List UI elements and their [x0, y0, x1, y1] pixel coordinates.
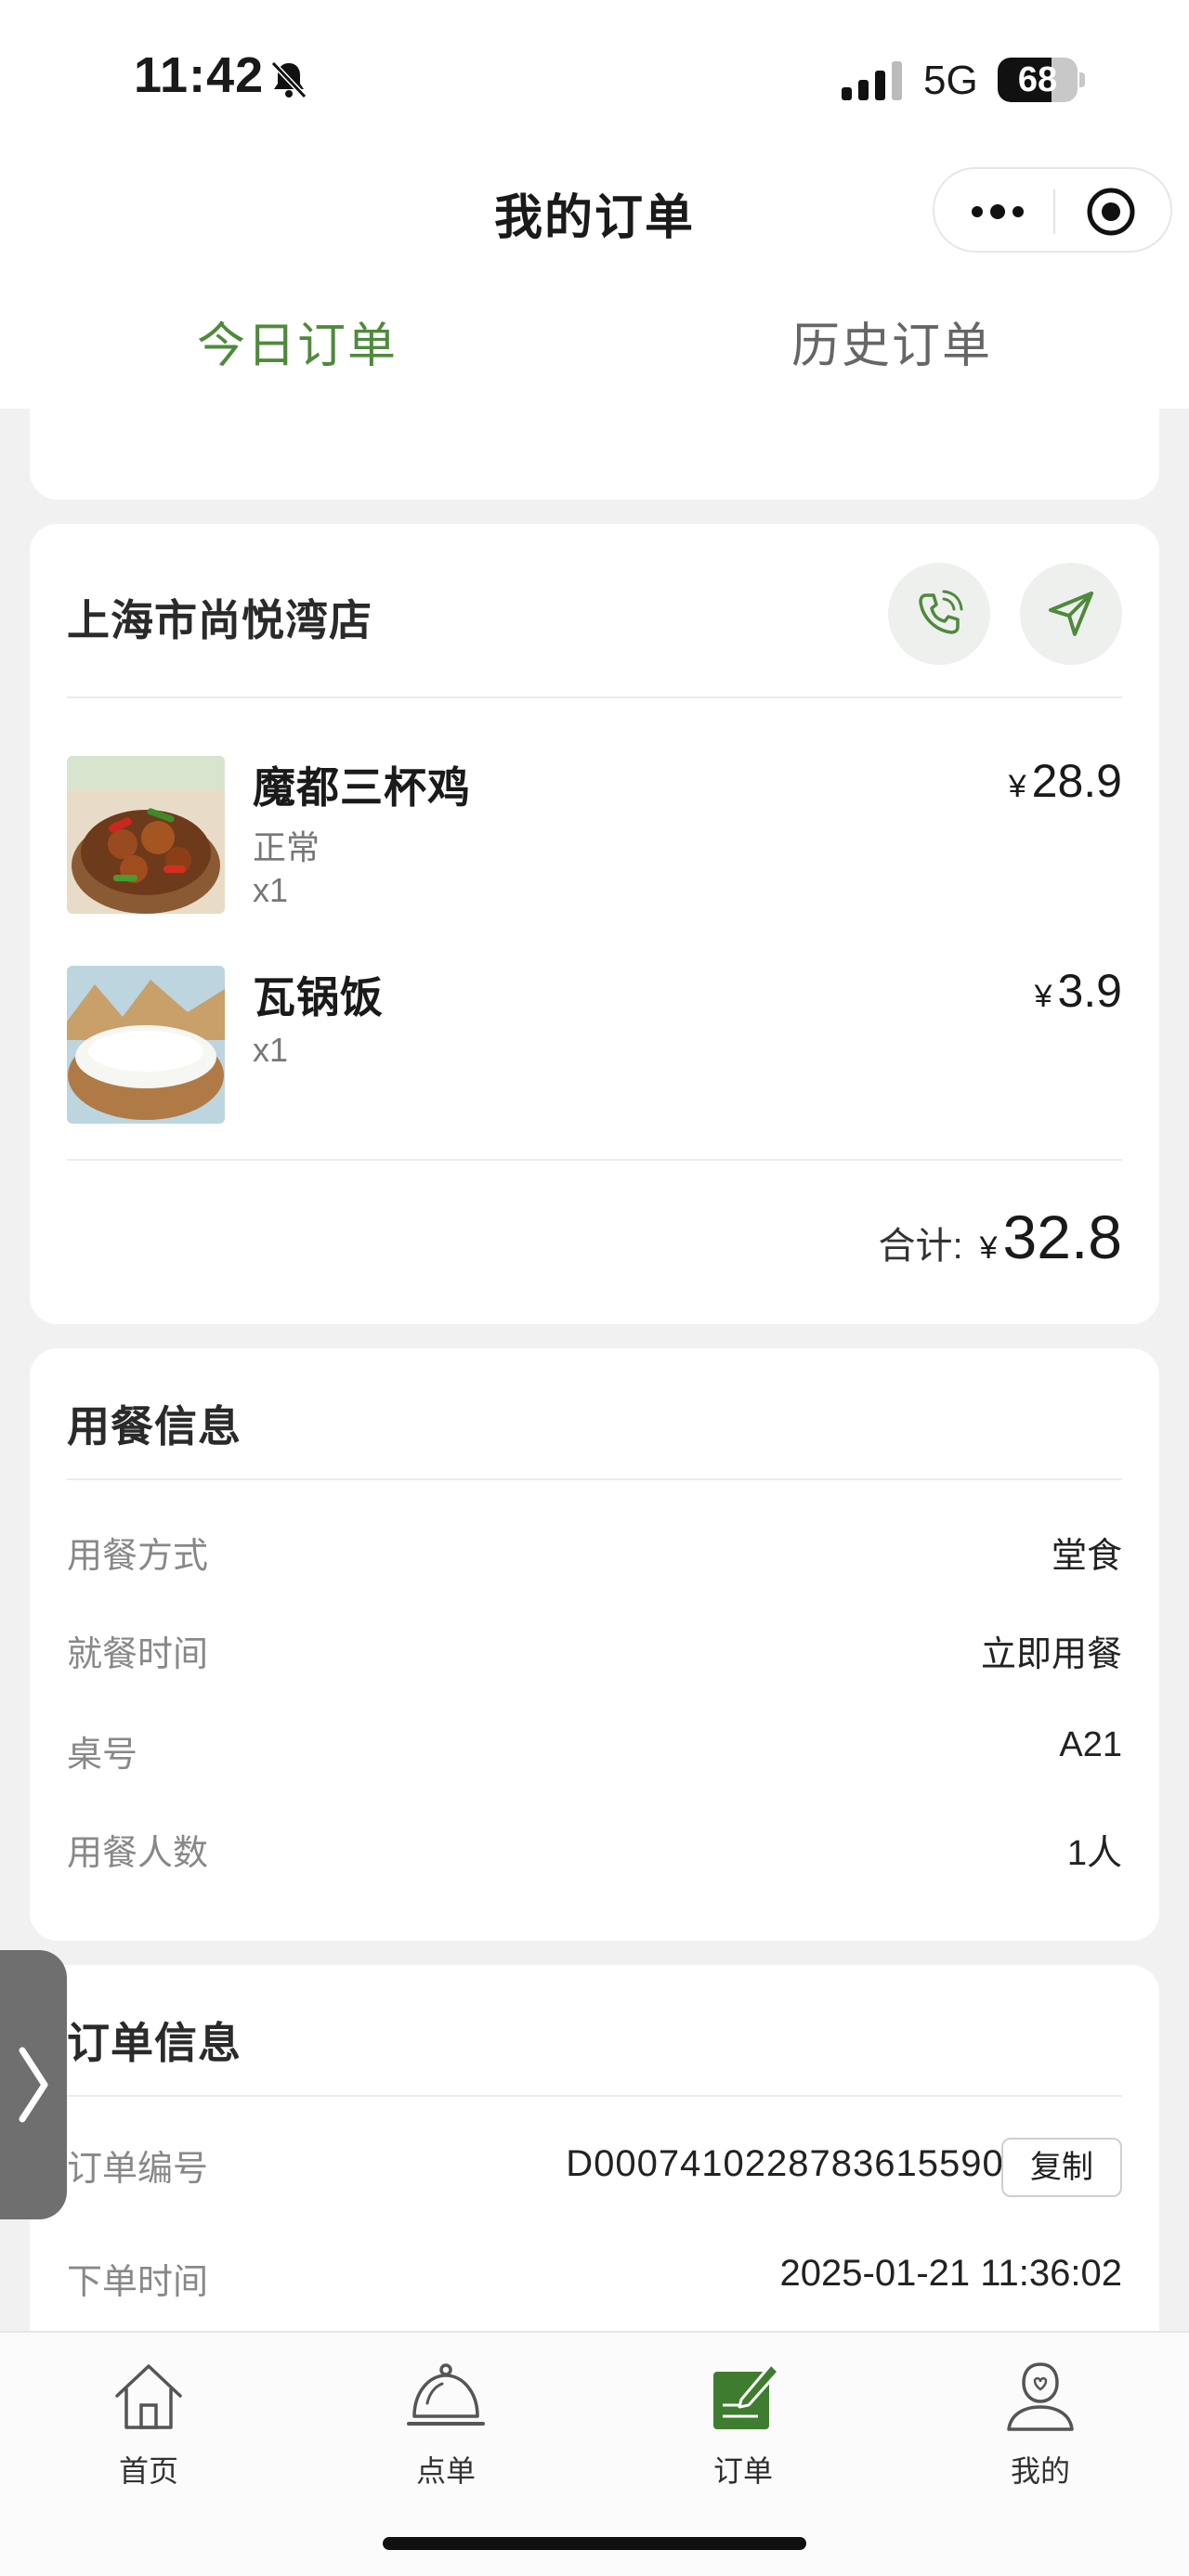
currency-symbol: ¥ [1034, 979, 1052, 1014]
total-value: 32.8 [1002, 1203, 1122, 1271]
dish-name: 瓦锅饭 [253, 973, 384, 1021]
dish-qty: x1 [253, 871, 289, 909]
navigate-store-button[interactable] [1020, 563, 1122, 665]
dish-price: ¥28.9 [1009, 754, 1122, 808]
order-total: 合计: ¥ 32.8 [878, 1202, 1122, 1272]
navigation-arrow-icon [1049, 592, 1093, 636]
info-label: 用餐人数 [67, 1834, 209, 1873]
phone-icon [919, 590, 963, 634]
total-label: 合计: [878, 1226, 963, 1267]
tab-orders[interactable]: 订单 [594, 2351, 892, 2491]
dish-price: ¥3.9 [1035, 964, 1122, 1018]
battery-level-text: 68 [1017, 60, 1058, 99]
info-value: 堂食 [1051, 1537, 1122, 1576]
home-indicator [383, 2537, 806, 2550]
card-divider [67, 2095, 1122, 2097]
dish-qty: x1 [253, 1031, 289, 1069]
home-icon [115, 2364, 182, 2429]
info-label: 就餐时间 [67, 1635, 209, 1674]
status-bar: 11:42 5G 68 [0, 0, 1189, 158]
card-divider [67, 1159, 1122, 1161]
order-screen: 11:42 5G 68 我的订单 今日订单 历史订单 上海市尚悦湾店 魔都三杯鸡… [0, 0, 1189, 2576]
tab-profile[interactable]: 我的 [892, 2351, 1189, 2491]
close-target-icon[interactable] [1085, 186, 1137, 238]
section-title: 用餐信息 [67, 1402, 242, 1451]
status-time: 11:42 [134, 47, 265, 103]
profile-icon [1007, 2362, 1074, 2431]
card-divider [67, 696, 1122, 698]
dish-image-sanbeiji[interactable] [67, 756, 225, 914]
cloche-icon [407, 2363, 485, 2426]
order-icon [713, 2362, 780, 2429]
network-label: 5G [923, 58, 978, 103]
tab-label: 订单 [712, 2454, 773, 2488]
dish-name: 魔都三杯鸡 [253, 763, 471, 812]
tab-today-orders[interactable]: 今日订单 [0, 306, 594, 376]
tab-label: 首页 [118, 2454, 178, 2488]
nav-bar: 我的订单 [0, 158, 1189, 269]
call-store-button[interactable] [888, 563, 990, 665]
dish-spec: 正常 [253, 828, 320, 866]
copy-button[interactable]: 复制 [1001, 2138, 1122, 2197]
tab-home[interactable]: 首页 [0, 2351, 297, 2491]
chevron-right-icon [19, 2047, 48, 2123]
order-time-label: 下单时间 [67, 2263, 209, 2302]
previous-card-bottom [30, 383, 1159, 500]
dish-price-value: 28.9 [1031, 755, 1122, 807]
card-divider [67, 1478, 1122, 1480]
order-items-card: 上海市尚悦湾店 魔都三杯鸡 正常 x1 ¥ 28.9 瓦锅饭 x1 ¥ 3.9 … [30, 524, 1159, 1324]
dish-image-rice[interactable] [67, 966, 225, 1124]
section-title: 订单信息 [67, 2019, 242, 2067]
currency-symbol: ¥ [979, 1230, 998, 1266]
mini-program-capsule [933, 167, 1172, 253]
capsule-divider [1053, 189, 1055, 234]
order-time-value: 2025-01-21 11:36:02 [779, 2253, 1122, 2294]
tab-label: 点单 [415, 2454, 476, 2488]
info-value: 立即用餐 [980, 1635, 1122, 1674]
info-label: 桌号 [67, 1736, 138, 1775]
battery-indicator: 68 [998, 58, 1085, 102]
order-number-label: 订单编号 [67, 2150, 209, 2189]
dish-price-value: 3.9 [1057, 965, 1122, 1017]
tab-menu[interactable]: 点单 [297, 2351, 594, 2491]
currency-symbol: ¥ [1008, 769, 1026, 804]
more-options-icon[interactable] [968, 195, 1027, 228]
order-number-value: D0007410228783615​5904 [566, 2143, 1026, 2184]
signal-icon [842, 61, 902, 100]
tab-label: 我的 [1010, 2454, 1070, 2488]
side-drawer-handle[interactable] [0, 1950, 67, 2219]
dining-info-card: 用餐信息 用餐方式 堂食 就餐时间 立即用餐 桌号 A21 用餐人数 1人 [30, 1348, 1159, 1941]
store-name: 上海市尚悦湾店 [67, 596, 372, 644]
bell-muted-icon [270, 60, 307, 99]
tab-history-orders[interactable]: 历史订单 [594, 306, 1189, 376]
info-value: A21 [1059, 1725, 1122, 1764]
info-label: 用餐方式 [67, 1537, 209, 1576]
info-value: 1人 [1066, 1834, 1122, 1873]
